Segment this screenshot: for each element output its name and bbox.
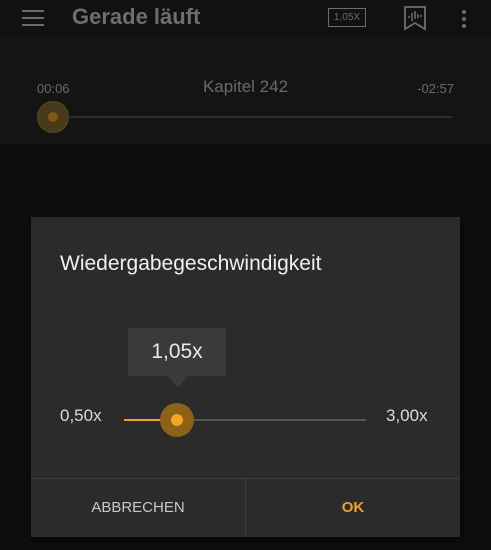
speed-min-label: 0,50x: [60, 406, 102, 425]
cancel-button[interactable]: ABBRECHEN: [31, 479, 245, 537]
speed-value-tooltip: 1,05x: [128, 328, 226, 376]
speed-slider-thumb[interactable]: [160, 403, 194, 437]
menu-icon[interactable]: [22, 9, 46, 27]
dialog-title: Wiedergabegeschwindigkeit: [60, 252, 322, 275]
app-bar: Gerade läuft 1,05X: [0, 0, 491, 38]
more-vert-icon[interactable]: [458, 8, 470, 30]
screen: Gerade läuft 1,05X 00:06 Kapitel 242 -02…: [0, 0, 491, 550]
remaining-time: -02:57: [417, 81, 454, 96]
player-panel: 00:06 Kapitel 242 -02:57: [0, 38, 491, 144]
app-title: Gerade läuft: [72, 4, 201, 29]
tooltip-arrow: [168, 376, 188, 388]
bookmark-waveform-icon[interactable]: [403, 5, 427, 31]
playback-speed-dialog: Wiedergabegeschwindigkeit 1,05x 0,50x 3,…: [31, 217, 460, 537]
ok-button[interactable]: OK: [246, 479, 460, 537]
playback-progress-track[interactable]: [70, 116, 452, 118]
speed-max-label: 3,00x: [386, 406, 428, 425]
playback-progress-thumb[interactable]: [37, 101, 69, 133]
playback-speed-button[interactable]: 1,05X: [328, 8, 366, 27]
